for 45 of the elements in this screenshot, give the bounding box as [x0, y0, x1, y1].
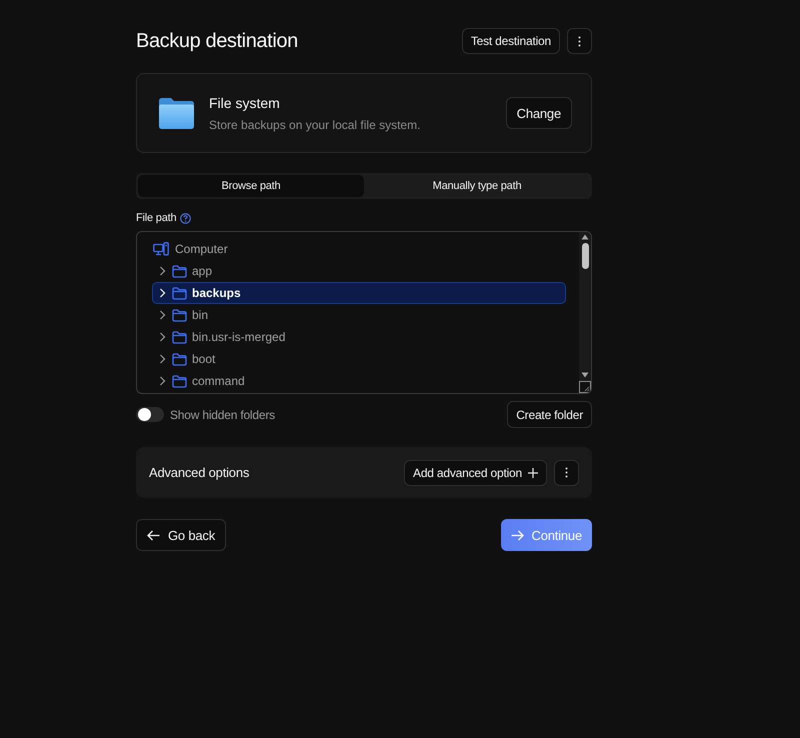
chevron-right-icon[interactable]	[159, 376, 166, 386]
folder-icon	[172, 374, 187, 388]
more-icon	[578, 36, 581, 46]
folder-icon	[172, 308, 187, 322]
go-back-button[interactable]: Go back	[136, 519, 226, 551]
toggle-switch[interactable]	[136, 407, 164, 422]
tree-root-label[interactable]: Computer	[175, 242, 228, 256]
create-folder-button[interactable]: Create folder	[507, 401, 592, 428]
folder-icon	[172, 286, 187, 300]
scrollbar[interactable]	[579, 232, 591, 393]
folder-icon	[172, 352, 187, 366]
scroll-down-icon[interactable]	[581, 372, 589, 378]
change-button[interactable]: Change	[506, 97, 572, 129]
chevron-right-icon[interactable]	[159, 310, 166, 320]
destination-description: Store backups on your local file system.	[209, 118, 422, 132]
panel-title: Advanced options	[149, 465, 250, 480]
arrow-right-icon	[510, 530, 524, 540]
resize-grip-icon[interactable]	[579, 381, 591, 393]
folder-item[interactable]: bin	[152, 304, 566, 326]
test-destination-button[interactable]: Test destination	[462, 28, 560, 54]
toggle-label: Show hidden folders	[170, 408, 275, 422]
chevron-right-icon[interactable]	[159, 332, 166, 342]
more-icon	[565, 467, 568, 478]
computer-icon	[153, 242, 169, 256]
folder-icon	[172, 330, 187, 344]
page-title: Backup destination	[136, 30, 298, 52]
scroll-up-icon[interactable]	[581, 234, 589, 240]
arrow-left-icon	[147, 530, 160, 540]
folder-item[interactable]: app	[152, 260, 566, 282]
tab[interactable]: Manually type path	[364, 175, 590, 197]
folder-item[interactable]: backups	[152, 282, 566, 304]
add-option-button[interactable]: Add advanced option	[404, 460, 547, 486]
folder-item[interactable]: bin.usr-is-merged	[152, 326, 566, 348]
tab[interactable]: Browse path	[138, 175, 364, 197]
chevron-right-icon[interactable]	[159, 266, 166, 276]
folder-icon	[158, 96, 195, 130]
plus-icon	[528, 468, 538, 478]
chevron-right-icon[interactable]	[159, 354, 166, 364]
folder-icon	[172, 264, 187, 278]
scrollbar-thumb[interactable]	[582, 243, 588, 269]
folder-item[interactable]: command	[152, 370, 566, 392]
field-label: File path	[136, 212, 176, 224]
destination-title: File system	[209, 94, 281, 110]
help-icon[interactable]	[180, 212, 192, 224]
folder-item[interactable]: boot	[152, 348, 566, 370]
